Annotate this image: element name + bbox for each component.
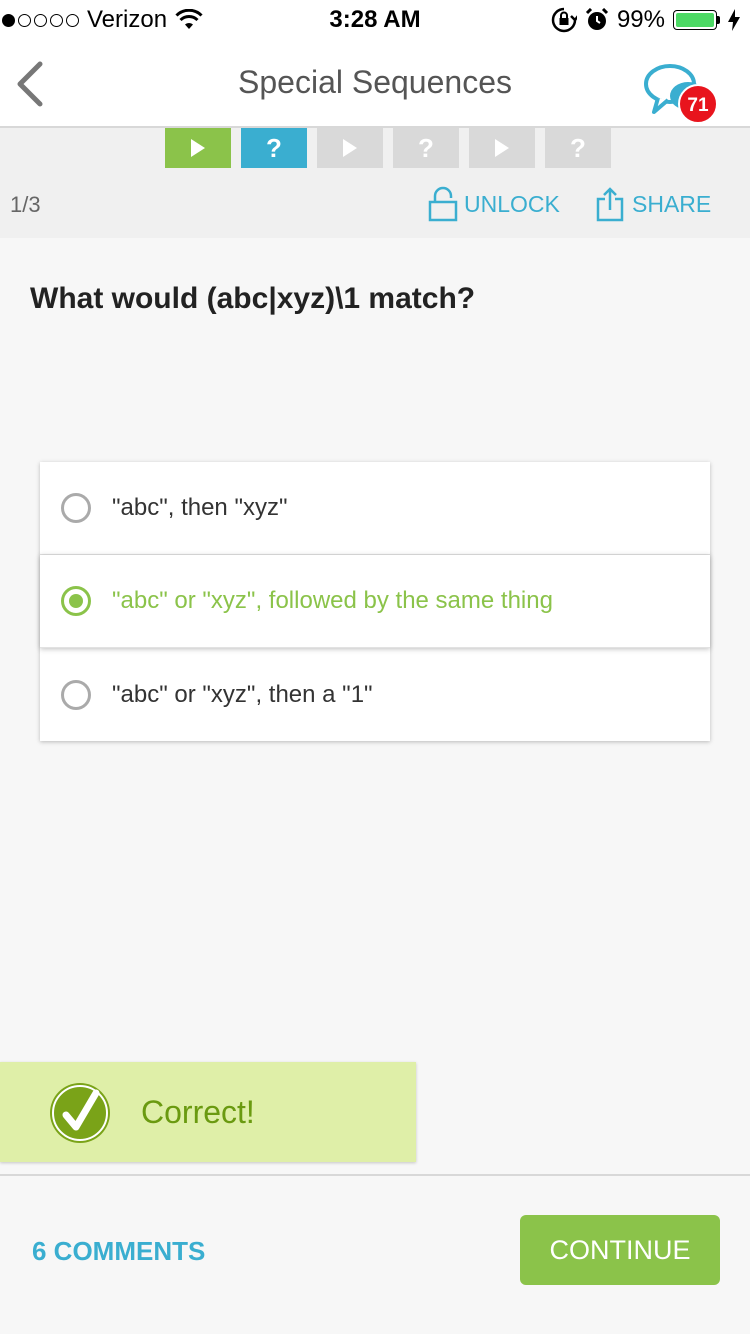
app-screen: Verizon 3:28 AM 99% Special Sequences 71… [0,0,750,1334]
answer-label: "abc" or "xyz", followed by the same thi… [112,587,553,614]
radio-button[interactable] [61,493,91,523]
unlock-label: UNLOCK [464,190,560,217]
share-icon [596,187,624,222]
lock-icon [428,186,458,222]
lesson-toolbar: ? ? ? 1/3 UNLOCK SHARE [0,128,750,238]
feedback-text: Correct! [141,1094,255,1130]
play-icon [191,139,205,157]
battery-icon [673,10,720,30]
status-bar: Verizon 3:28 AM 99% [0,0,750,40]
play-icon [343,139,357,157]
question-icon: ? [418,132,434,163]
answer-options: "abc", then "xyz" "abc" or "xyz", follow… [40,462,710,741]
radio-button-selected[interactable] [61,586,91,616]
alarm-icon [585,8,609,30]
comments-link[interactable]: 6 COMMENTS [32,1236,205,1267]
unlock-button[interactable]: UNLOCK [428,186,560,222]
step-lesson-2[interactable] [317,128,383,168]
charging-icon [728,9,740,31]
checkmark-icon [50,1083,110,1143]
status-right: 99% [551,6,740,34]
notification-badge: 71 [678,84,718,124]
step-lesson-1[interactable] [165,128,231,168]
page-title: Special Sequences [238,64,512,100]
answer-option-2[interactable]: "abc" or "xyz", followed by the same thi… [40,555,710,648]
step-quiz-2[interactable]: ? [393,128,459,168]
answer-label: "abc" or "xyz", then a "1" [112,680,373,708]
correct-feedback-banner: Correct! [0,1062,416,1162]
continue-button[interactable]: CONTINUE [520,1215,720,1285]
step-quiz-3[interactable]: ? [545,128,611,168]
step-quiz-1[interactable]: ? [241,128,307,168]
play-icon [495,139,509,157]
question-icon: ? [570,132,586,163]
share-button[interactable]: SHARE [596,186,711,222]
nav-header: Special Sequences 71 [0,40,750,128]
step-lesson-3[interactable] [469,128,535,168]
footer-bar: 6 COMMENTS CONTINUE [0,1174,750,1334]
question-text: What would (abc|xyz)\1 match? [30,282,476,315]
radio-button[interactable] [61,679,91,710]
progress-steps: ? ? ? [165,128,611,168]
question-icon: ? [266,132,282,163]
question-counter: 1/3 [10,192,41,217]
battery-level [676,13,714,27]
answer-option-1[interactable]: "abc", then "xyz" [40,462,710,555]
answer-option-3[interactable]: "abc" or "xyz", then a "1" [40,648,710,741]
battery-percent: 99% [616,6,665,33]
rotation-lock-icon [551,7,577,33]
answer-label: "abc", then "xyz" [112,494,288,521]
share-label: SHARE [632,190,712,217]
